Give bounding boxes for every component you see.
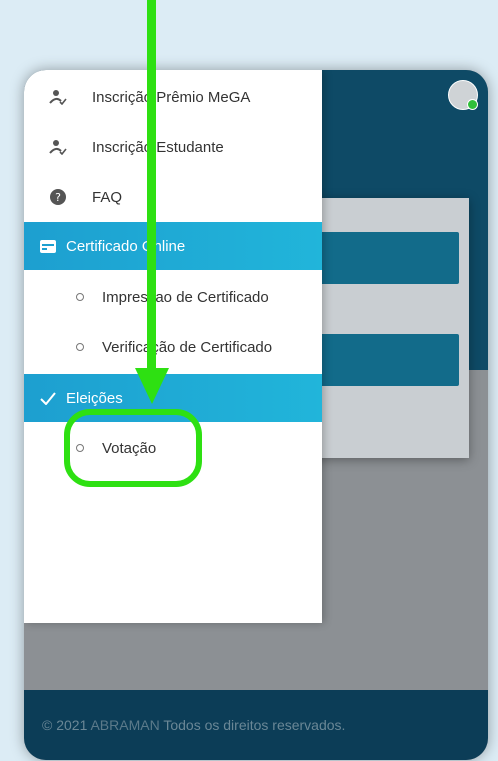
menu-item-label: Inscrição Prêmio MeGA — [92, 88, 251, 106]
menu-item-inscricao-estudante[interactable]: Inscrição Estudante — [24, 122, 322, 172]
menu-item-faq[interactable]: ? FAQ — [24, 172, 322, 222]
footer: © 2021 ABRAMAN Todos os direitos reserva… — [24, 690, 488, 760]
menu-item-inscricao-premio[interactable]: Inscrição Prêmio MeGA — [24, 72, 322, 122]
certificate-card-icon — [40, 239, 60, 253]
menu-section-certificado[interactable]: Certificado Online — [24, 222, 322, 270]
menu-item-label: Inscrição Estudante — [92, 138, 224, 156]
footer-brand: ABRAMAN — [90, 717, 160, 733]
submenu-item-label: Impressao de Certificado — [102, 288, 269, 306]
svg-text:?: ? — [55, 191, 61, 204]
avatar[interactable] — [448, 80, 478, 110]
user-check-icon — [48, 139, 68, 155]
bullet-icon — [76, 343, 84, 351]
annotation-highlight-box — [64, 409, 202, 487]
annotation-arrow-shaft — [147, 0, 156, 370]
bullet-icon — [76, 293, 84, 301]
online-status-dot — [467, 99, 478, 110]
check-icon — [40, 391, 60, 405]
footer-prefix: © 2021 — [42, 717, 91, 733]
navigation-drawer: Inscrição Prêmio MeGA Inscrição Estudant… — [24, 70, 322, 623]
submenu-item-verificacao[interactable]: Verificação de Certificado — [24, 322, 322, 372]
footer-suffix: Todos os direitos reservados. — [159, 717, 346, 733]
menu-item-label: FAQ — [92, 188, 123, 206]
menu-section-label: Certificado Online — [66, 237, 186, 255]
question-circle-icon: ? — [48, 189, 68, 205]
annotation-arrow-head — [135, 368, 169, 404]
submenu-item-impressao[interactable]: Impressao de Certificado — [24, 272, 322, 322]
submenu-item-label: Verificação de Certificado — [102, 338, 273, 356]
user-check-icon — [48, 89, 68, 105]
menu-section-label: Eleições — [66, 389, 123, 407]
